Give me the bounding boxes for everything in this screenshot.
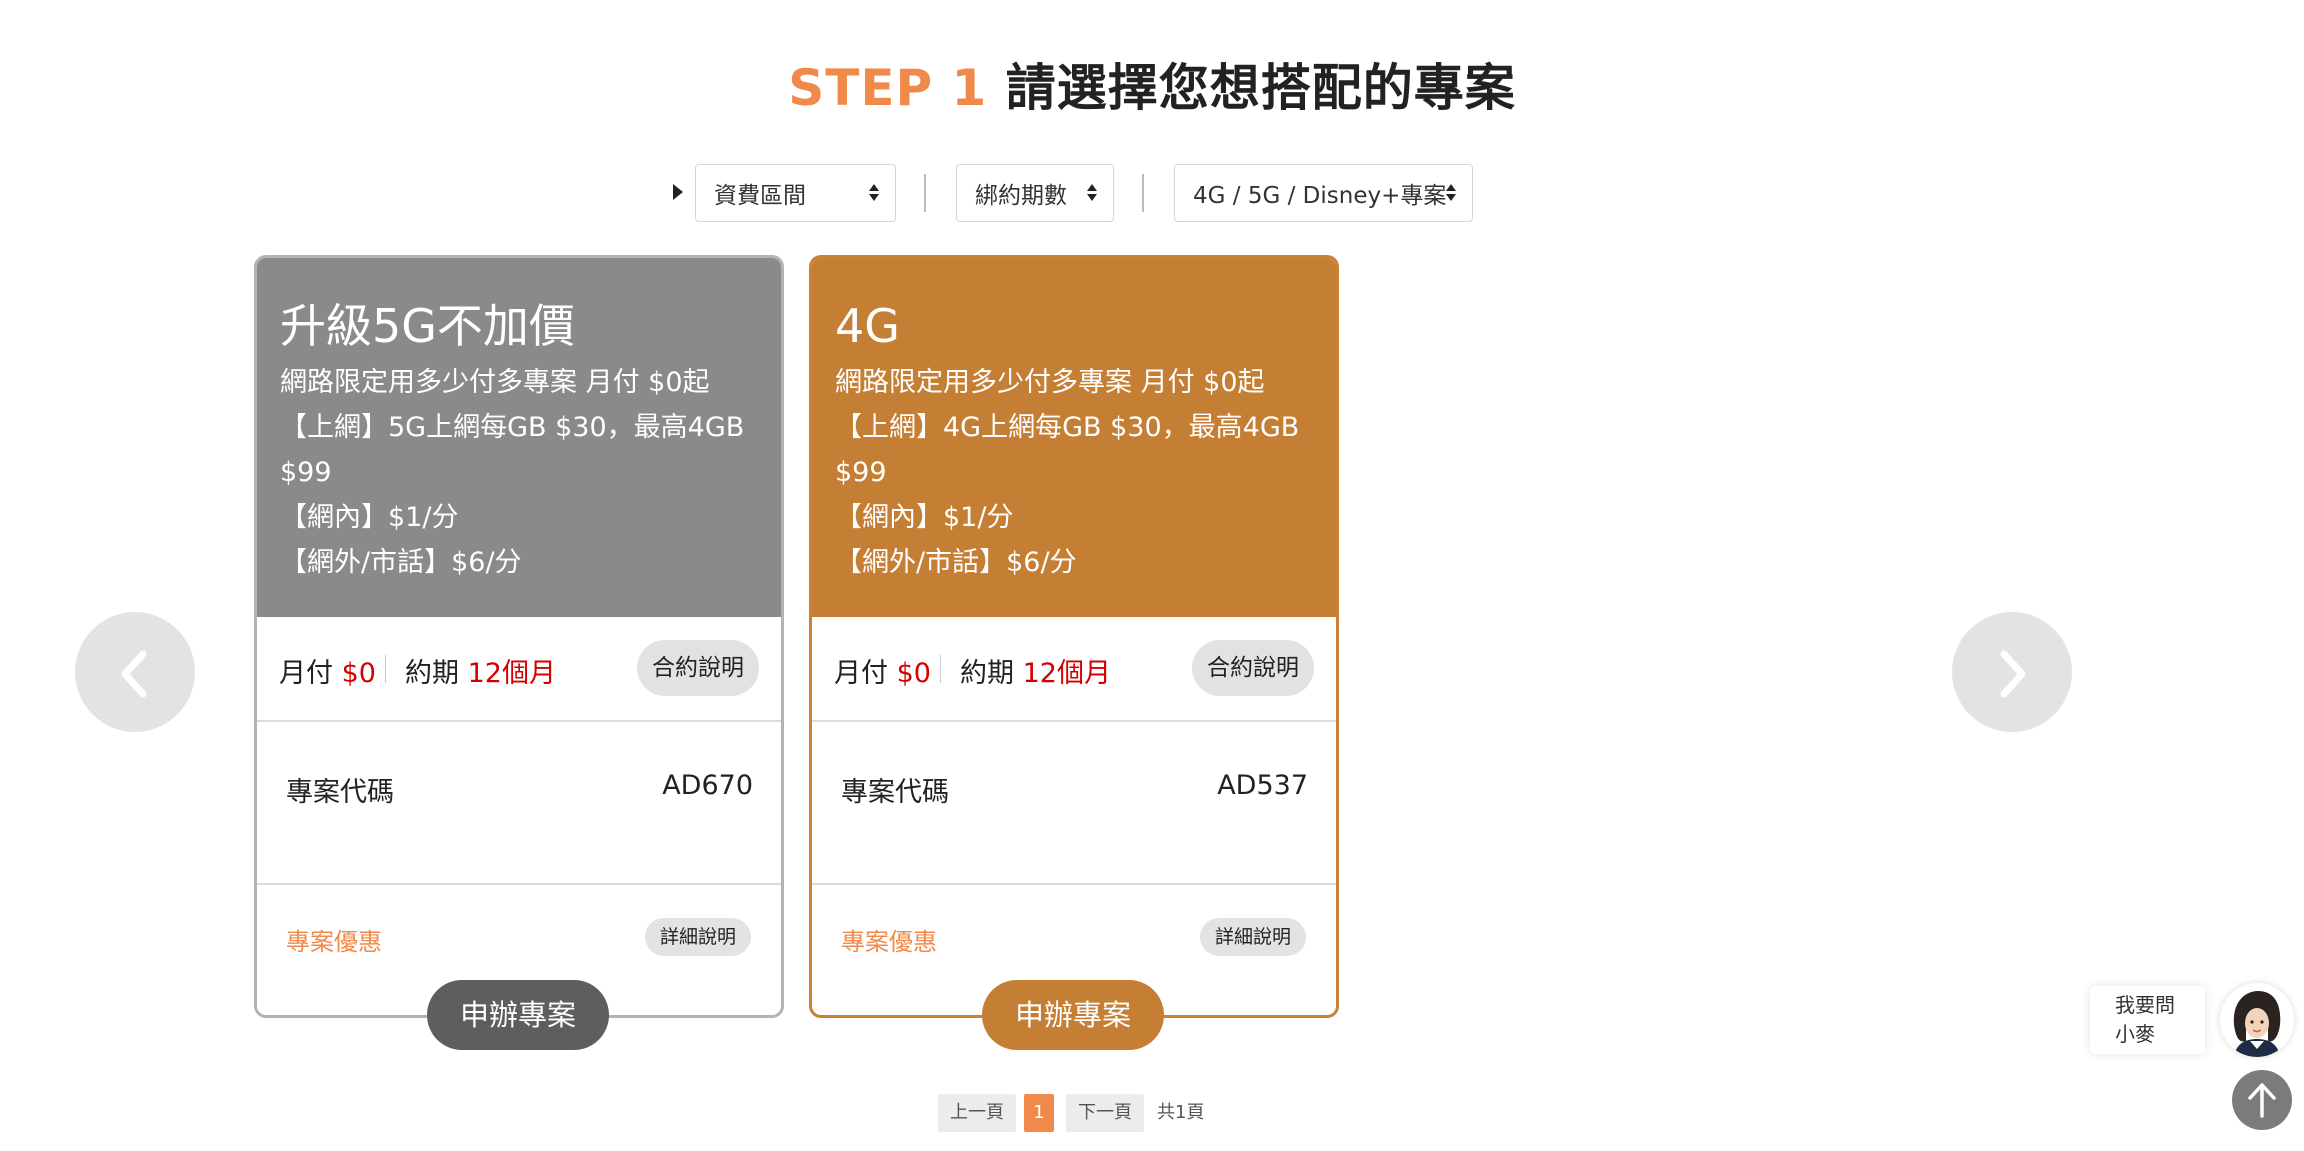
sort-caret-icon: [1087, 182, 1097, 206]
contract-term-value: 12個月: [467, 658, 556, 689]
arrow-up-icon: [2248, 1083, 2276, 1118]
plan-name: 4G: [835, 299, 900, 353]
divider: [1142, 174, 1144, 212]
chevron-left-icon: [121, 650, 147, 698]
monthly-fee: 月付 $0: [834, 658, 931, 689]
plan-code-value: AD670: [662, 770, 753, 801]
plan-name: 升級5G不加價: [280, 299, 575, 353]
plan-promo-label: 專案優惠: [841, 928, 937, 956]
contract-term-value: 12個月: [1022, 658, 1111, 689]
plan-onnet-rate: 【網內】$1/分: [835, 502, 1014, 533]
plan-type-label: 4G / 5G / Disney+專案: [1193, 183, 1447, 209]
pagination: 上一頁 1 下一頁 共1頁: [938, 1094, 1238, 1132]
contract-info-button[interactable]: 合約說明: [1192, 640, 1314, 696]
plan-data-cap: $99: [280, 457, 332, 488]
contract-term-select[interactable]: 綁約期數: [956, 164, 1114, 222]
filter-bar: 資費區間 綁約期數 4G / 5G / Disney+專案: [0, 164, 2304, 222]
plan-code-label: 專案代碼: [286, 777, 394, 808]
plan-onnet-rate: 【網內】$1/分: [280, 502, 459, 533]
sort-caret-icon: [869, 182, 879, 206]
sort-caret-icon: [1446, 182, 1456, 206]
details-button[interactable]: 詳細說明: [645, 918, 751, 956]
plan-data-rate: 【上網】5G上網每GB $30，最高4GB: [280, 412, 745, 443]
plan-terms-row: 月付 $0 約期 12個月 合約說明: [812, 617, 1336, 722]
back-to-top-button[interactable]: [2232, 1070, 2292, 1130]
plan-offnet-rate: 【網外/市話】$6/分: [835, 547, 1077, 578]
apply-plan-button[interactable]: 申辦專案: [427, 980, 609, 1050]
plan-data-rate: 【上網】4G上網每GB $30，最高4GB: [835, 412, 1300, 443]
chat-prompt-line1: 我要問: [2115, 993, 2175, 1017]
plan-data-cap: $99: [835, 457, 887, 488]
fee-range-label: 資費區間: [714, 183, 806, 209]
carousel-next-button[interactable]: [1952, 612, 2072, 732]
plan-promo-label: 專案優惠: [286, 928, 382, 956]
monthly-fee-value: $0: [896, 658, 931, 689]
carousel-prev-button[interactable]: [75, 612, 195, 732]
details-button[interactable]: 詳細說明: [1200, 918, 1306, 956]
plan-description: 網路限定用多少付多專案 月付 $0起: [835, 367, 1265, 398]
fee-range-select[interactable]: 資費區間: [695, 164, 896, 222]
chevron-right-icon: [2000, 650, 2026, 698]
divider: [385, 655, 386, 683]
plan-card: 4G 網路限定用多少付多專案 月付 $0起 【上網】4G上網每GB $30，最高…: [809, 255, 1339, 1050]
divider: [940, 655, 941, 683]
apply-plan-button[interactable]: 申辦專案: [982, 980, 1164, 1050]
plan-code-label: 專案代碼: [841, 777, 949, 808]
plan-card: 升級5G不加價 網路限定用多少付多專案 月付 $0起 【上網】5G上網每GB $…: [254, 255, 784, 1050]
page-title: STEP 1 請選擇您想搭配的專案: [0, 48, 2304, 120]
chat-avatar[interactable]: [2220, 983, 2294, 1057]
plan-description: 網路限定用多少付多專案 月付 $0起: [280, 367, 710, 398]
plan-code-row: 專案代碼 AD670: [257, 722, 781, 885]
plan-code-value: AD537: [1217, 770, 1308, 801]
plan-code-row: 專案代碼 AD537: [812, 722, 1336, 885]
plan-card-header: 4G 網路限定用多少付多專案 月付 $0起 【上網】4G上網每GB $30，最高…: [812, 258, 1336, 617]
step-label: STEP 1: [788, 59, 988, 117]
divider: [924, 174, 926, 212]
chat-prompt-line2: 小麥: [2115, 1022, 2155, 1046]
monthly-fee: 月付 $0: [279, 658, 376, 689]
caret-right-icon[interactable]: [673, 184, 683, 200]
chat-prompt[interactable]: 我要問 小麥: [2090, 986, 2205, 1054]
plan-card-header: 升級5G不加價 網路限定用多少付多專案 月付 $0起 【上網】5G上網每GB $…: [257, 258, 781, 617]
next-page-button[interactable]: 下一頁: [1066, 1094, 1144, 1132]
contract-term-label: 綁約期數: [975, 183, 1067, 209]
step-title: 請選擇您想搭配的專案: [1005, 59, 1516, 117]
plan-terms-row: 月付 $0 約期 12個月 合約說明: [257, 617, 781, 722]
monthly-fee-value: $0: [341, 658, 376, 689]
assistant-avatar-icon: [2220, 983, 2294, 1057]
plan-type-select[interactable]: 4G / 5G / Disney+專案: [1174, 164, 1473, 222]
contract-term: 約期 12個月: [405, 658, 556, 689]
contract-term: 約期 12個月: [960, 658, 1111, 689]
contract-info-button[interactable]: 合約說明: [637, 640, 759, 696]
current-page[interactable]: 1: [1024, 1094, 1054, 1132]
prev-page-button[interactable]: 上一頁: [938, 1094, 1016, 1132]
total-pages: 共1頁: [1157, 1102, 1205, 1123]
plan-offnet-rate: 【網外/市話】$6/分: [280, 547, 522, 578]
